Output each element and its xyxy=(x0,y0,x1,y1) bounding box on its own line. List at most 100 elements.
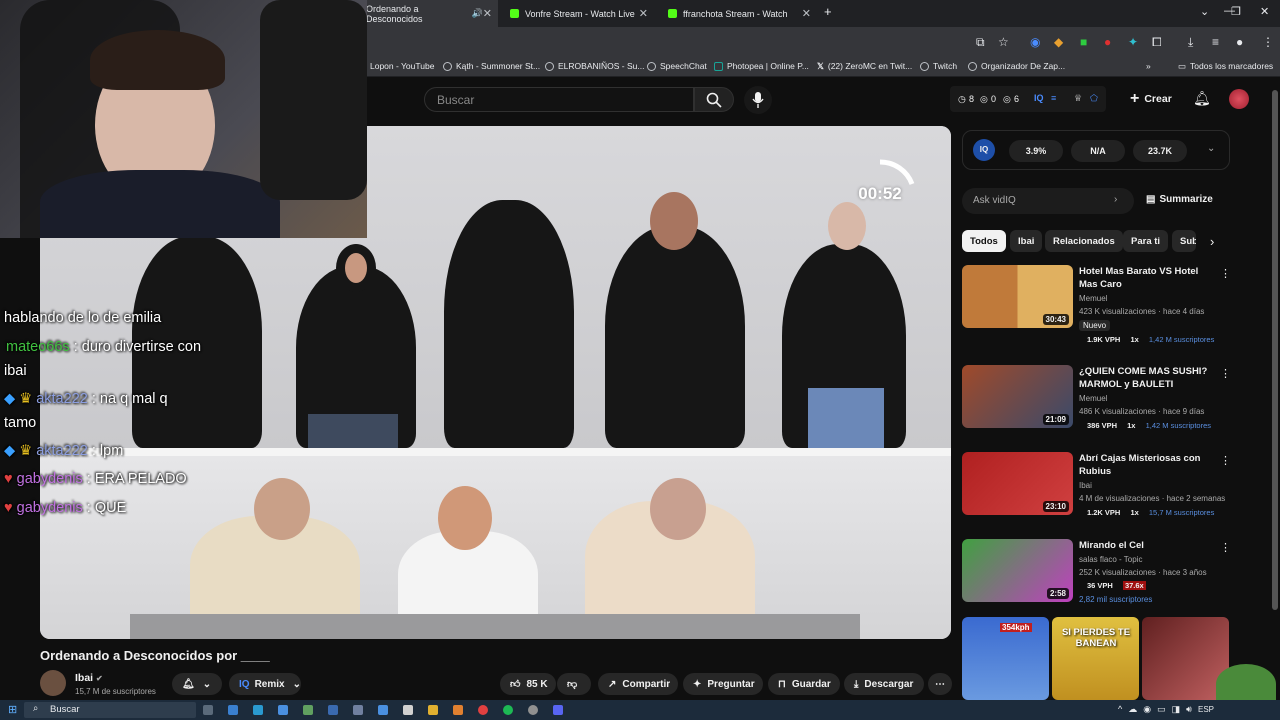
app-icon[interactable] xyxy=(453,705,463,715)
remix-button[interactable]: IQ Remix ⌄ xyxy=(229,673,301,695)
video-title[interactable]: Hotel Mas Barato VS Hotel Mas Caro xyxy=(1079,265,1219,291)
bookmark-item[interactable]: Lopon - YouTube xyxy=(370,61,434,71)
bookmarks-overflow-icon[interactable]: » xyxy=(1146,61,1151,71)
language-indicator[interactable]: ESP xyxy=(1198,705,1214,714)
trophy-icon[interactable]: ♕ xyxy=(1074,93,1082,104)
video-thumbnail[interactable]: 21:09 xyxy=(962,365,1073,428)
create-button[interactable]: + Crear xyxy=(1122,86,1180,112)
dislike-button[interactable]: 👎︎ xyxy=(557,673,591,695)
ask-button[interactable]: ✦ Preguntar xyxy=(683,673,763,695)
new-tab-button[interactable]: + xyxy=(824,4,832,19)
channel-name[interactable]: salas flaco - Topic xyxy=(1079,555,1142,564)
list-item[interactable]: 2:58 Mirando el Cel salas flaco - Topic … xyxy=(962,539,1231,619)
bookmark-item[interactable]: Kąth - Summoner St... xyxy=(443,61,540,71)
tab-vonfre[interactable]: Vonfre Stream - Watch Live ✕ xyxy=(504,0,654,27)
app-icon[interactable] xyxy=(528,705,538,715)
bookmark-item[interactable]: 𝕏 (22) ZeroMC en Twit... xyxy=(817,61,912,72)
menu-icon[interactable]: ≡ xyxy=(1212,35,1219,49)
channel-name[interactable]: Ibai ✔ xyxy=(75,672,103,684)
app-icon[interactable] xyxy=(353,705,363,715)
cast-icon[interactable]: ⧉ xyxy=(976,35,985,50)
extension-icon[interactable]: ◆ xyxy=(1054,35,1063,49)
video-thumbnail[interactable]: 2:58 xyxy=(962,539,1073,602)
chrome-icon[interactable] xyxy=(478,705,488,715)
all-bookmarks[interactable]: ▭ Todos los marcadores xyxy=(1178,61,1273,72)
chip-relacionados[interactable]: Relacionados xyxy=(1045,230,1123,252)
bookmark-item[interactable]: Organizador De Zap... xyxy=(968,61,1065,71)
download-button[interactable]: ⤓ Descargar xyxy=(844,673,924,695)
chevron-down-icon[interactable]: ⌄ xyxy=(1207,143,1215,154)
close-icon[interactable]: ✕ xyxy=(483,7,492,20)
discord-icon[interactable] xyxy=(553,705,563,715)
profile-icon[interactable]: ● xyxy=(1236,35,1243,49)
video-thumbnail[interactable]: 30:43 xyxy=(962,265,1073,328)
summarize-button[interactable]: ▤ Summarize xyxy=(1146,194,1213,205)
close-window-button[interactable]: ✕ xyxy=(1260,5,1269,18)
like-button[interactable]: 👍︎ 85 K xyxy=(500,673,556,695)
extension-icon[interactable]: ✦ xyxy=(1128,35,1138,49)
arrow-right-icon[interactable]: › xyxy=(1114,194,1117,205)
bookmark-item[interactable]: ELROBANIÑOS - Su... xyxy=(545,61,644,71)
mic-button[interactable] xyxy=(744,86,772,114)
bell-icon[interactable]: 🔔︎ xyxy=(1193,90,1211,107)
speaker-icon[interactable]: 🔊 xyxy=(472,8,483,19)
channel-name[interactable]: Ibai xyxy=(1079,481,1092,490)
download-icon[interactable]: ⤓ xyxy=(1188,35,1193,50)
edge-icon[interactable] xyxy=(253,705,263,715)
app-icon[interactable] xyxy=(228,705,238,715)
spotify-icon[interactable] xyxy=(503,705,513,715)
maximize-button[interactable]: ❐ xyxy=(1231,5,1241,18)
channel-name[interactable]: Memuel xyxy=(1079,394,1107,403)
tab-ffranchota[interactable]: ffranchota Stream - Watch ✕ xyxy=(662,0,817,27)
kebab-menu-icon[interactable]: ⋮ xyxy=(1220,267,1231,280)
taskview-icon[interactable] xyxy=(203,705,213,715)
kebab-menu-icon[interactable]: ⋮ xyxy=(1220,541,1231,554)
star-icon[interactable]: ☆ xyxy=(998,35,1009,49)
bookmark-item[interactable]: Twitch xyxy=(920,61,957,71)
taskbar-search[interactable]: ⌕ Buscar xyxy=(24,702,196,718)
more-actions-button[interactable]: ⋯ xyxy=(928,673,952,695)
search-button[interactable] xyxy=(694,87,734,112)
save-button[interactable]: ⊓ Guardar xyxy=(768,673,840,695)
share-button[interactable]: ↗ Compartir xyxy=(598,673,678,695)
video-title[interactable]: Abrí Cajas Misteriosas con Rubius xyxy=(1079,452,1219,478)
chip-sub[interactable]: Sub xyxy=(1172,230,1196,252)
vidiq-icon[interactable]: IQ xyxy=(1034,93,1044,103)
tab-youtube[interactable]: Ordenando a Desconocidos 🔊 ✕ xyxy=(360,0,498,27)
puzzle-icon[interactable]: ⧠ xyxy=(1152,35,1162,50)
channel-name[interactable]: Memuel xyxy=(1079,294,1107,303)
list-item[interactable]: 30:43 Hotel Mas Barato VS Hotel Mas Caro… xyxy=(962,265,1231,345)
tab-search-icon[interactable]: ⌄ xyxy=(1200,5,1209,18)
app-icon[interactable] xyxy=(378,705,388,715)
app-icon[interactable] xyxy=(303,705,313,715)
chip-todos[interactable]: Todos xyxy=(962,230,1006,252)
folder-icon[interactable] xyxy=(428,705,438,715)
list-icon[interactable]: ≡ xyxy=(1051,93,1056,103)
app-icon[interactable] xyxy=(328,705,338,715)
bookmark-item[interactable]: Photopea | Online P... xyxy=(714,61,809,71)
kebab-menu-icon[interactable]: ⋮ xyxy=(1220,454,1231,467)
extension-icon[interactable]: ◉ xyxy=(1030,35,1040,49)
short-thumbnail[interactable]: 354kph xyxy=(962,617,1049,700)
vidiq-ask-input[interactable]: Ask vidIQ › xyxy=(962,188,1134,214)
chevron-right-icon[interactable]: › xyxy=(1210,234,1214,249)
more-icon[interactable]: ⋮ xyxy=(1262,35,1274,49)
tray-icons[interactable]: ^☁◉▭◨🔊︎ xyxy=(1118,704,1198,715)
avatar[interactable] xyxy=(1229,89,1249,109)
chip-para-ti[interactable]: Para ti xyxy=(1123,230,1169,252)
scrollbar[interactable] xyxy=(1272,90,1278,610)
kebab-menu-icon[interactable]: ⋮ xyxy=(1220,367,1231,380)
video-title[interactable]: Mirando el Cel xyxy=(1079,539,1219,552)
windows-start-icon[interactable]: ⊞ xyxy=(8,703,17,716)
search-input[interactable]: Buscar xyxy=(424,87,694,112)
app-icon[interactable] xyxy=(278,705,288,715)
extension-icon[interactable]: ● xyxy=(1104,35,1111,49)
bookmark-item[interactable]: SpeechChat xyxy=(647,61,707,71)
list-item[interactable]: 23:10 Abrí Cajas Misteriosas con Rubius … xyxy=(962,452,1231,532)
close-icon[interactable]: ✕ xyxy=(802,7,811,20)
notification-bell-button[interactable]: 🔔︎ ⌄ xyxy=(172,673,222,695)
video-title[interactable]: ¿QUIEN COME MAS SUSHI? MARMOL y BAULETI xyxy=(1079,365,1219,391)
app-icon[interactable] xyxy=(403,705,413,715)
channel-avatar[interactable] xyxy=(40,670,66,696)
video-thumbnail[interactable]: 23:10 xyxy=(962,452,1073,515)
